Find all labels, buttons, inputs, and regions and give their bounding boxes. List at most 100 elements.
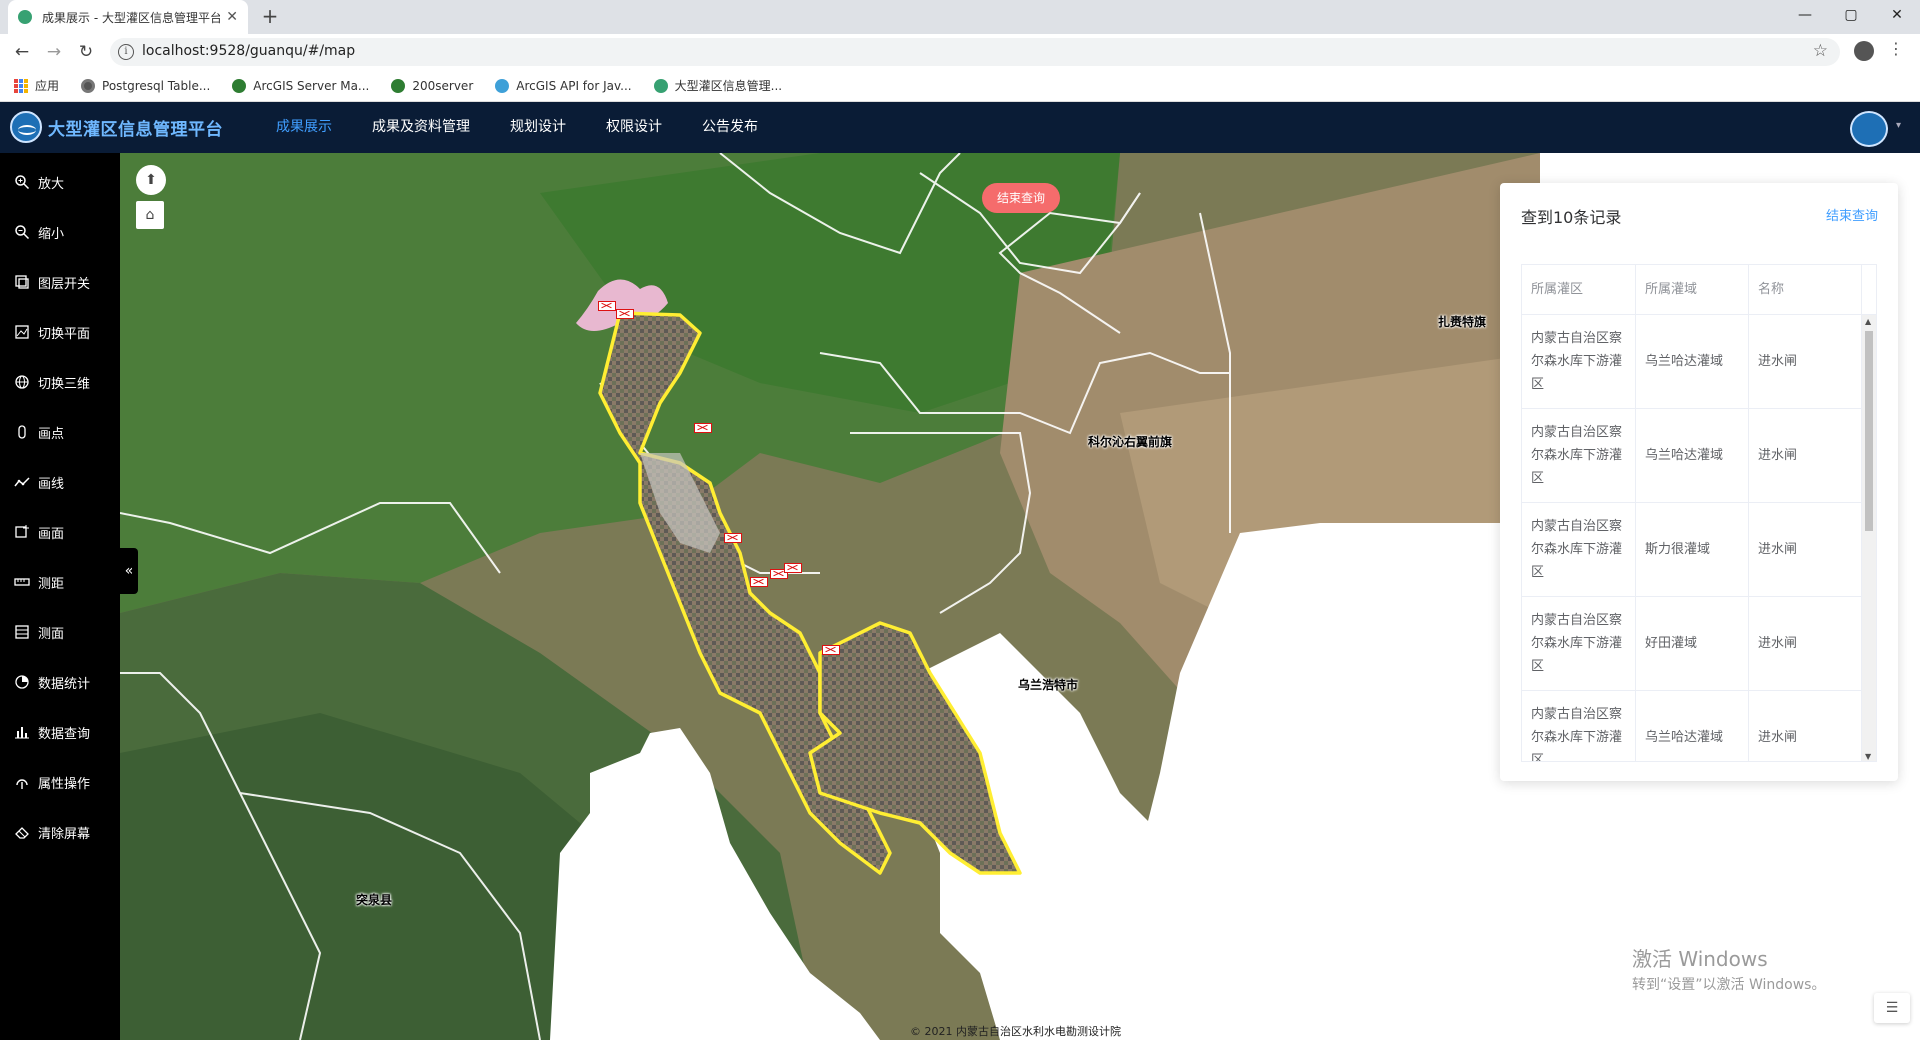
collapse-sidebar-button[interactable]: « [120,548,138,594]
forward-arrow-icon[interactable]: → [42,40,66,64]
scroll-down-icon[interactable]: ▼ [1865,752,1871,761]
cell-domain: 乌兰哈达灌域 [1636,315,1749,408]
tool-zoom-out[interactable]: 缩小 [0,217,120,247]
table-row[interactable]: 内蒙古自治区察尔森水库下游灌区 乌兰哈达灌域 进水闸 [1522,315,1876,409]
tool-label: 切换三维 [38,376,91,392]
nav-data-management[interactable]: 成果及资料管理 [352,102,490,153]
app-favicon-icon [653,78,668,93]
statistics-icon [15,675,29,689]
bookmark-arcgis-api[interactable]: ArcGIS API for Jav... [495,78,632,93]
cell-district: 内蒙古自治区察尔森水库下游灌区 [1522,597,1636,690]
bookmark-label: ArcGIS API for Jav... [516,78,632,93]
app-header: 大型灌区信息管理平台 成果展示 成果及资料管理 规划设计 权限设计 公告发布 ▾ [0,102,1920,153]
compass-icon[interactable]: ⬆ [136,165,166,195]
tool-clear-screen[interactable]: 清除屏幕 [0,817,120,847]
column-header[interactable]: 名称 [1749,265,1862,314]
tool-label: 清除屏幕 [38,826,91,842]
tool-measure-area[interactable]: 测面 [0,617,120,647]
tool-draw-point[interactable]: 画点 [0,417,120,447]
table-row[interactable]: 内蒙古自治区察尔森水库下游灌区 乌兰哈达灌域 进水闸 [1522,691,1876,761]
nav-permission-design[interactable]: 权限设计 [586,102,682,153]
back-arrow-icon[interactable]: ← [10,40,34,64]
bookmark-apps[interactable]: 应用 [14,77,59,94]
maximize-icon[interactable]: ▢ [1828,0,1874,30]
url-text[interactable]: localhost:9528/guanqu/#/map [142,43,355,59]
table-row[interactable]: 内蒙古自治区察尔森水库下游灌区 乌兰哈达灌域 进水闸 [1522,409,1876,503]
tool-attribute-operation[interactable]: 属性操作 [0,767,120,797]
profile-avatar-icon[interactable] [1854,41,1874,61]
bookmark-arcgis-server[interactable]: ArcGIS Server Ma... [232,78,370,93]
end-query-pill[interactable]: 结束查询 [982,183,1060,213]
bookmark-star-icon[interactable]: ☆ [1813,41,1828,61]
list-toggle-icon[interactable]: ☰ [1874,993,1910,1023]
home-icon[interactable]: ⌂ [136,201,164,229]
sluice-gate-marker[interactable] [822,645,840,655]
column-header[interactable]: 所属灌域 [1636,265,1749,314]
tool-label: 画点 [38,426,65,442]
bar-chart-icon [15,727,29,739]
point-icon [18,425,26,439]
browser-tab[interactable]: 成果展示 - 大型灌区信息管理平台 ✕ [8,0,248,34]
eraser-icon [15,827,29,839]
bookmark-200server[interactable]: 200server [391,78,474,93]
user-avatar[interactable] [1850,111,1888,147]
tool-draw-line[interactable]: 画线 [0,467,120,497]
url-bar[interactable]: i localhost:9528/guanqu/#/map ☆ [110,38,1840,66]
cell-name: 进水闸 [1749,503,1862,596]
table-header: 所属灌区 所属灌域 名称 [1522,265,1876,315]
close-window-icon[interactable]: ✕ [1874,0,1920,30]
table-row[interactable]: 内蒙古自治区察尔森水库下游灌区 好田灌域 进水闸 [1522,597,1876,691]
bookmark-platform[interactable]: 大型灌区信息管理... [653,77,782,94]
tool-switch-2d[interactable]: 切换平面 [0,317,120,347]
nav-achievement-display[interactable]: 成果展示 [256,102,352,153]
reload-icon[interactable]: ↻ [74,40,98,64]
tool-layer-toggle[interactable]: 图层开关 [0,267,120,297]
tool-label: 测距 [38,576,65,592]
results-table: 所属灌区 所属灌域 名称 内蒙古自治区察尔森水库下游灌区 乌兰哈达灌域 进水闸 … [1521,264,1877,762]
sluice-gate-marker[interactable] [724,533,742,543]
site-info-icon[interactable]: i [118,44,134,60]
tool-measure-distance[interactable]: 测距 [0,567,120,597]
tool-switch-3d[interactable]: 切换三维 [0,367,120,397]
minimize-icon[interactable]: — [1782,0,1828,30]
tool-data-query[interactable]: 数据查询 [0,717,120,747]
column-header[interactable]: 所属灌区 [1522,265,1636,314]
end-query-link[interactable]: 结束查询 [1826,205,1878,224]
table-row[interactable]: 内蒙古自治区察尔森水库下游灌区 斯力很灌域 进水闸 [1522,503,1876,597]
sluice-gate-marker[interactable] [616,309,634,319]
browser-menu-icon[interactable]: ⋮ [1888,39,1904,58]
map-2d-icon [15,325,29,339]
tab-close-icon[interactable]: ✕ [226,9,238,25]
watermark-line2: 转到“设置”以激活 Windows。 [1632,977,1826,993]
chevron-down-icon[interactable]: ▾ [1896,120,1901,131]
tool-label: 属性操作 [38,776,91,792]
bookmark-label: 应用 [35,79,60,93]
sluice-gate-marker[interactable] [694,423,712,433]
zoom-out-icon [15,225,30,240]
nav-planning-design[interactable]: 规划设计 [490,102,586,153]
globe-icon [81,78,96,93]
app-favicon-icon [18,10,32,24]
sluice-gate-marker[interactable] [598,301,616,311]
scrollbar-thumb[interactable] [1865,331,1873,531]
bookmark-label: 200server [412,78,474,93]
top-nav: 成果展示 成果及资料管理 规划设计 权限设计 公告发布 [256,102,778,153]
bookmark-label: ArcGIS Server Ma... [253,78,370,93]
nav-announcements[interactable]: 公告发布 [682,102,778,153]
map-label-zhalaiteqi: 扎赉特旗 [1438,315,1487,329]
sluice-gate-marker[interactable] [784,563,802,573]
polygon-icon [15,525,29,538]
tool-zoom-in[interactable]: 放大 [0,167,120,197]
scroll-up-icon[interactable]: ▲ [1865,317,1871,326]
new-tab-button[interactable]: + [258,5,282,29]
sluice-gate-marker[interactable] [750,577,768,587]
globe-3d-icon [15,375,29,389]
bookmark-postgresql[interactable]: Postgresql Table... [81,78,210,93]
tool-data-statistics[interactable]: 数据统计 [0,667,120,697]
tool-label: 数据查询 [38,726,91,742]
tool-draw-polygon[interactable]: 画面 [0,517,120,547]
table-scrollbar[interactable]: ▲ ▼ [1862,315,1876,761]
cell-district: 内蒙古自治区察尔森水库下游灌区 [1522,315,1636,408]
cell-district: 内蒙古自治区察尔森水库下游灌区 [1522,409,1636,502]
watermark-line1: 激活 Windows [1632,947,1768,971]
